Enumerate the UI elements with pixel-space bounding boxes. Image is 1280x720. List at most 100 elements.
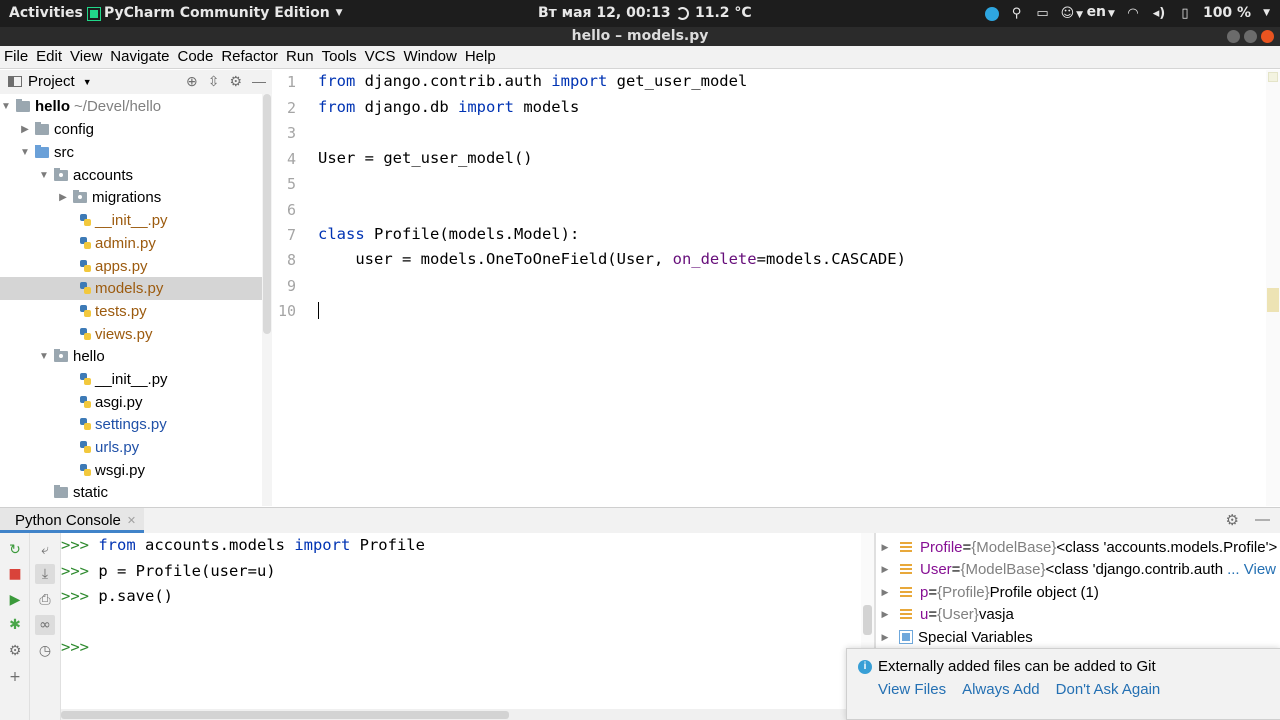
tree-root[interactable]: ▼ hello ~/Devel/hello <box>0 95 262 118</box>
variable-row[interactable]: ▶ u = {User} vasja <box>876 603 1280 625</box>
menu-help[interactable]: Help <box>461 46 500 68</box>
expand-arrow-icon[interactable]: ▶ <box>878 564 892 575</box>
battery-icon[interactable]: ▯ <box>1177 6 1193 22</box>
always-add-link[interactable]: Always Add <box>962 681 1040 698</box>
add-icon[interactable]: + <box>5 667 25 687</box>
scrollbar-thumb[interactable] <box>61 711 509 719</box>
menu-run[interactable]: Run <box>282 46 318 68</box>
expand-arrow-icon[interactable]: ▶ <box>878 632 892 643</box>
expanded-arrow-icon[interactable]: ▼ <box>0 101 12 112</box>
tree-item-hello[interactable]: ▼ hello <box>0 345 262 368</box>
search-icon[interactable]: ⚲ <box>1009 6 1025 22</box>
tree-item-static[interactable]: static <box>0 481 262 504</box>
tree-item-migrations[interactable]: ▶ migrations <box>0 186 262 209</box>
tree-item-views[interactable]: views.py <box>0 323 262 346</box>
variable-row[interactable]: ▶ p = {Profile} Profile object (1) <box>876 581 1280 603</box>
volume-icon[interactable]: ◂) <box>1151 6 1167 22</box>
expanded-arrow-icon[interactable]: ▼ <box>19 147 31 158</box>
scrollbar-thumb[interactable] <box>863 605 872 635</box>
code-editor[interactable]: from django.contrib.auth import get_user… <box>306 70 1266 506</box>
hide-icon[interactable]: — <box>1255 511 1270 529</box>
editor-scrollbar[interactable] <box>1266 70 1280 506</box>
telegram-icon[interactable] <box>984 6 999 21</box>
clock[interactable]: Вт мая 12, 00:13 <box>538 0 671 27</box>
tree-item-config[interactable]: ▶ config <box>0 118 262 141</box>
execute-icon[interactable]: ▶ <box>5 590 25 610</box>
menu-refactor[interactable]: Refactor <box>217 46 282 68</box>
expanded-arrow-icon[interactable]: ▼ <box>38 351 50 362</box>
variable-row[interactable]: ▶ Special Variables <box>876 626 1280 648</box>
menu-window[interactable]: Window <box>399 46 460 68</box>
python-console[interactable]: >>> from accounts.models import Profile … <box>61 533 861 709</box>
expand-arrow-icon[interactable]: ▶ <box>878 542 892 553</box>
project-tree-scrollbar[interactable] <box>262 94 272 506</box>
tree-item-wsgi[interactable]: wsgi.py <box>0 459 262 482</box>
project-view-selector[interactable]: Project ▼ <box>8 73 92 90</box>
gear-icon[interactable]: ⚙ <box>229 73 242 90</box>
python-file-icon <box>80 417 91 431</box>
collapsed-arrow-icon[interactable]: ▶ <box>19 124 31 135</box>
debug-icon[interactable]: ✱ <box>5 615 25 635</box>
tree-item-accounts-init[interactable]: __init__.py <box>0 209 262 232</box>
editor-gutter[interactable]: 1 2 3 4 5 6 7 8 9 10 <box>272 70 306 506</box>
soft-wrap-icon[interactable]: ⤶ <box>35 540 55 560</box>
tree-item-settings[interactable]: settings.py <box>0 413 262 436</box>
dont-ask-again-link[interactable]: Don't Ask Again <box>1056 681 1161 698</box>
tab-python-console[interactable]: Python Console ✕ <box>0 508 145 533</box>
inspection-status-icon[interactable] <box>1268 72 1278 82</box>
scroll-to-end-icon[interactable]: ⤓ <box>35 564 55 584</box>
menu-file[interactable]: File <box>0 46 32 68</box>
minimize-button[interactable] <box>1227 30 1240 43</box>
settings-icon[interactable]: ⚙ <box>5 641 25 661</box>
menu-tools[interactable]: Tools <box>318 46 361 68</box>
tree-item-models[interactable]: models.py <box>0 277 262 300</box>
chevron-down-icon[interactable]: ▼ <box>1263 0 1270 27</box>
maximize-button[interactable] <box>1244 30 1257 43</box>
wifi-icon[interactable]: ◠ <box>1125 6 1141 22</box>
menu-edit[interactable]: Edit <box>32 46 66 68</box>
menu-code[interactable]: Code <box>173 46 217 68</box>
hide-icon[interactable]: — <box>252 73 266 90</box>
scrollbar-thumb[interactable] <box>263 94 271 334</box>
tree-item-apps[interactable]: apps.py <box>0 255 262 278</box>
line-number: 1 <box>286 73 296 91</box>
console-horizontal-scrollbar[interactable] <box>61 709 871 720</box>
tree-item-accounts[interactable]: ▼ accounts <box>0 164 262 187</box>
menu-navigate[interactable]: Navigate <box>106 46 173 68</box>
close-button[interactable] <box>1261 30 1274 43</box>
menu-view[interactable]: View <box>66 46 106 68</box>
show-variables-icon[interactable]: ∞ <box>35 615 55 635</box>
expand-arrow-icon[interactable]: ▶ <box>878 609 892 620</box>
stop-icon[interactable]: ■ <box>5 564 25 584</box>
activities-button[interactable]: Activities <box>9 0 83 27</box>
console-input-line[interactable]: >>> <box>61 638 89 656</box>
tree-item-urls[interactable]: urls.py <box>0 436 262 459</box>
close-icon[interactable]: ✕ <box>127 514 136 527</box>
tree-item-label: accounts <box>73 166 134 184</box>
gear-icon[interactable]: ⚙ <box>1226 511 1239 529</box>
app-menu[interactable]: PyCharm Community Edition ▼ <box>87 0 343 27</box>
expand-arrow-icon[interactable]: ▶ <box>878 587 892 598</box>
tree-item-tests[interactable]: tests.py <box>0 300 262 323</box>
tree-item-admin[interactable]: admin.py <box>0 232 262 255</box>
menu-vcs[interactable]: VCS <box>361 46 400 68</box>
collapse-all-icon[interactable]: ⇳ <box>208 73 220 90</box>
weather-indicator[interactable]: 11.2 °C <box>676 0 752 27</box>
tree-item-src[interactable]: ▼ src <box>0 141 262 164</box>
history-icon[interactable]: ◷ <box>35 641 55 661</box>
expanded-arrow-icon[interactable]: ▼ <box>38 170 50 181</box>
screen-icon[interactable]: ▭ <box>1035 6 1051 22</box>
print-icon[interactable]: ⎙ <box>35 590 55 610</box>
view-value-link[interactable]: ... View <box>1227 561 1276 578</box>
accessibility-icon[interactable]: ☺ ▼ <box>1061 6 1083 22</box>
tree-item-asgi[interactable]: asgi.py <box>0 391 262 414</box>
variable-row[interactable]: ▶ Profile = {ModelBase} <class 'accounts… <box>876 536 1280 558</box>
tree-item-hello-init[interactable]: __init__.py <box>0 368 262 391</box>
caret-position-marker[interactable] <box>1267 288 1279 312</box>
variable-row[interactable]: ▶ User = {ModelBase} <class 'django.cont… <box>876 558 1280 580</box>
language-indicator[interactable]: en ▼ <box>1087 0 1115 28</box>
collapsed-arrow-icon[interactable]: ▶ <box>57 192 69 203</box>
locate-icon[interactable]: ⊕ <box>186 73 198 90</box>
rerun-icon[interactable]: ↻ <box>5 540 25 560</box>
view-files-link[interactable]: View Files <box>878 681 946 698</box>
